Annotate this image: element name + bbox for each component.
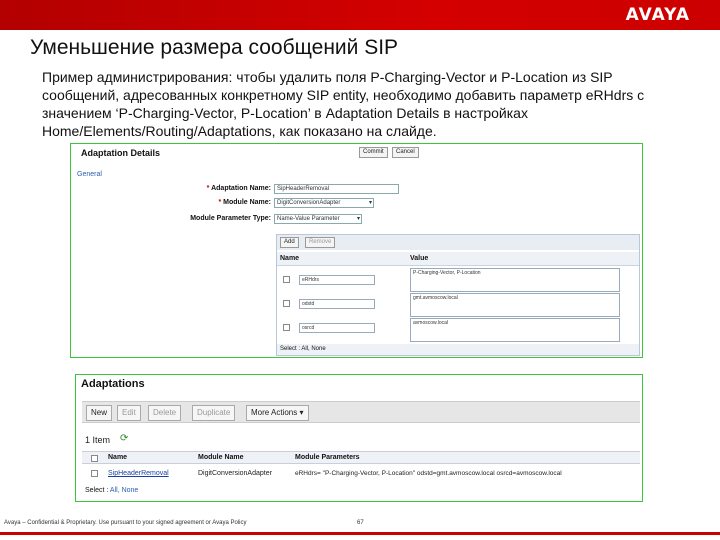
duplicate-button[interactable]: Duplicate xyxy=(192,405,236,421)
adaptations-table-header: Name Module Name Module Parameters xyxy=(82,451,640,464)
items-count: 1 Item xyxy=(85,435,111,445)
select-label: Select : xyxy=(85,487,109,494)
adaptations-title: Adaptations xyxy=(81,378,145,390)
cancel-button[interactable]: Cancel xyxy=(392,147,419,158)
row-checkbox[interactable] xyxy=(283,300,290,307)
top-brand-bar: AVAYA xyxy=(0,0,720,30)
grid-toolbar: Add Remove xyxy=(277,235,639,250)
add-button[interactable]: Add xyxy=(280,237,299,248)
bottom-red-line xyxy=(0,532,720,535)
module-parameters-cell: eRHdrs= "P-Charging-Vector, P-Location" … xyxy=(295,470,562,477)
refresh-icon[interactable]: ⟳ xyxy=(120,433,128,444)
adaptation-details-title: Adaptation Details xyxy=(81,148,161,158)
param-value-input[interactable]: avmoscow.local xyxy=(410,318,620,342)
param-name-input[interactable]: odstd xyxy=(299,299,375,309)
adaptation-name-field[interactable]: SipHeaderRemoval xyxy=(274,184,399,194)
module-parameter-type-select[interactable]: Name-Value Parameter ▾ xyxy=(274,214,362,224)
param-value-input[interactable]: gmt.avmoscow.local xyxy=(410,293,620,317)
select-footer: Select : All, None xyxy=(85,487,138,494)
general-section-label: General xyxy=(77,171,102,178)
adaptation-details-panel: Adaptation Details Commit Cancel General… xyxy=(70,143,643,358)
col-header-value[interactable]: Value xyxy=(407,252,639,266)
adaptation-name-link[interactable]: SipHeaderRemoval xyxy=(108,468,169,480)
module-name-select[interactable]: DigitConversionAdapter ▾ xyxy=(274,198,374,208)
row-checkbox[interactable] xyxy=(283,276,290,283)
parameters-grid: Add Remove Name Value eRHdrs P-Charging-… xyxy=(276,234,640,356)
more-actions-button[interactable]: More Actions ▾ xyxy=(246,405,309,421)
slide-body-text: Пример администрирования: чтобы удалить … xyxy=(42,69,645,139)
chevron-down-icon: ▾ xyxy=(368,200,372,206)
page-number: 67 xyxy=(357,520,364,526)
col-header-module-name[interactable]: Module Name xyxy=(198,452,244,464)
slide-title: Уменьшение размера сообщений SIP xyxy=(30,36,399,59)
remove-button[interactable]: Remove xyxy=(305,237,336,248)
param-value-input[interactable]: P-Charging-Vector, P-Location xyxy=(410,268,620,292)
adaptations-toolbar: New Edit Delete Duplicate More Actions ▾ xyxy=(82,401,640,423)
edit-button[interactable]: Edit xyxy=(117,405,141,421)
col-header-name[interactable]: Name xyxy=(108,452,127,464)
param-name-input[interactable]: osrcd xyxy=(299,323,375,333)
confidential-footer: Avaya – Confidential & Proprietary. Use … xyxy=(4,520,247,526)
col-header-module-parameters[interactable]: Module Parameters xyxy=(295,452,360,464)
adaptations-panel: Adaptations New Edit Delete Duplicate Mo… xyxy=(75,374,643,502)
module-parameter-type-label: Module Parameter Type: xyxy=(190,215,271,222)
select-all-checkbox[interactable] xyxy=(91,455,98,462)
table-row: SipHeaderRemoval DigitConversionAdapter … xyxy=(82,467,640,480)
param-name-input[interactable]: eRHdrs xyxy=(299,275,375,285)
commit-button[interactable]: Commit xyxy=(359,147,388,158)
module-name-cell: DigitConversionAdapter xyxy=(198,470,272,477)
chevron-down-icon: ▾ xyxy=(356,216,360,222)
chevron-down-icon: ▾ xyxy=(299,408,304,417)
row-checkbox[interactable] xyxy=(91,470,98,477)
row-checkbox[interactable] xyxy=(283,324,290,331)
select-all-none-links[interactable]: All, None xyxy=(110,487,138,494)
new-button[interactable]: New xyxy=(86,405,113,421)
brand-bar-gradient xyxy=(0,0,720,30)
adaptation-name-label: * Adaptation Name: xyxy=(206,185,271,192)
delete-button[interactable]: Delete xyxy=(148,405,182,421)
col-header-name[interactable]: Name xyxy=(277,252,407,266)
avaya-logo: AVAYA xyxy=(625,5,690,25)
module-name-label: * Module Name: xyxy=(218,199,271,206)
grid-select-footer[interactable]: Select : All, None xyxy=(277,344,639,355)
